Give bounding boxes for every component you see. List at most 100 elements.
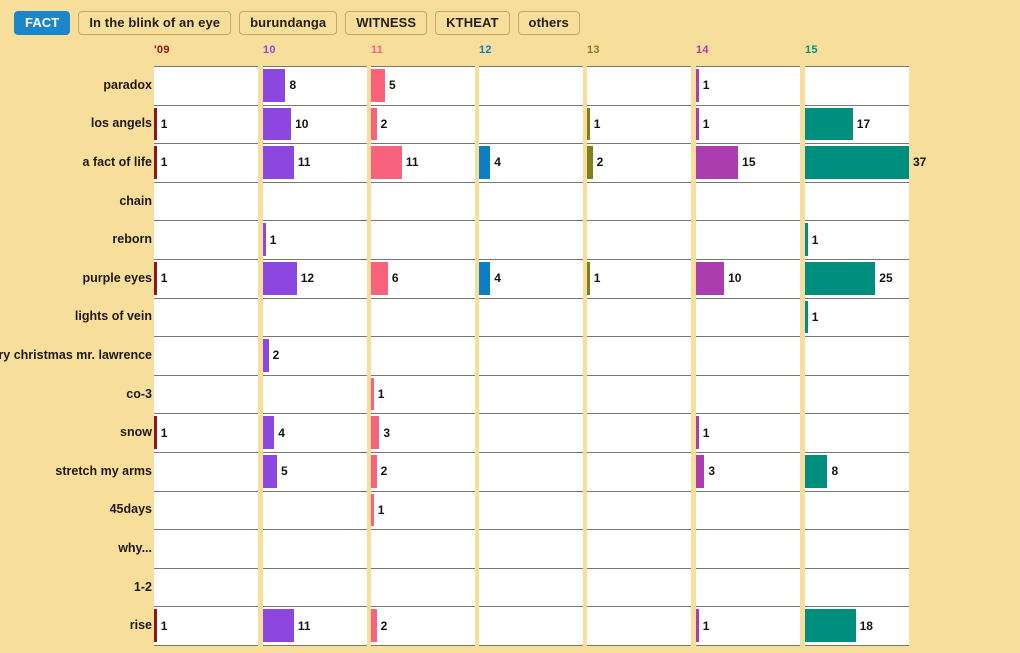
bar-cell[interactable]: 5: [263, 455, 367, 488]
bar-cell[interactable]: 6: [371, 262, 475, 295]
bar-value-label: 4: [494, 155, 501, 170]
bar-value-label: 25: [879, 271, 893, 286]
bar-cell[interactable]: 1: [154, 609, 258, 642]
bar-cell[interactable]: 1: [371, 493, 475, 527]
bar-cell[interactable]: 5: [371, 69, 475, 102]
bar-cell[interactable]: 3: [696, 455, 800, 488]
row-separator: [696, 66, 800, 67]
row-separator: [154, 259, 258, 260]
bar-cell[interactable]: 18: [805, 609, 909, 642]
bar: [696, 455, 705, 488]
bar-cell[interactable]: 4: [479, 262, 583, 295]
row-separator: [696, 181, 800, 183]
bar-cell[interactable]: 2: [371, 107, 475, 141]
tab-in-the-blink-of-an-eye[interactable]: In the blink of an eye: [78, 11, 232, 35]
tab-others[interactable]: others: [517, 11, 580, 35]
row-separator: [587, 374, 691, 376]
bar-cell[interactable]: 2: [587, 146, 691, 179]
row-label-stretch-my-arms: stretch my arms: [55, 463, 152, 478]
bar-cell[interactable]: 1: [696, 416, 800, 449]
row-separator: [805, 645, 909, 646]
tab-burundanga[interactable]: burundanga: [239, 11, 338, 35]
bar-value-label: 1: [160, 425, 168, 440]
bar-cell[interactable]: 11: [263, 609, 367, 642]
bar-cell[interactable]: 15: [696, 146, 800, 179]
row-separator: [371, 181, 475, 183]
bar-cell[interactable]: 1: [587, 262, 691, 295]
bar-cell[interactable]: 1: [805, 300, 909, 334]
row-separator: [154, 220, 258, 222]
row-separator: [805, 413, 909, 415]
bar-value-label: 11: [405, 155, 419, 170]
row-separator: [805, 452, 909, 453]
bar: [263, 107, 292, 141]
row-separator: [587, 66, 691, 67]
row-separator: [587, 143, 691, 145]
bar-cell[interactable]: 1: [587, 107, 691, 141]
bar-cell[interactable]: 1: [696, 107, 800, 141]
bar: [805, 609, 856, 642]
bar-cell[interactable]: 4: [263, 416, 367, 449]
bar-cell[interactable]: 25: [805, 262, 909, 295]
bar-cell[interactable]: 1: [154, 262, 258, 295]
row-label-snow: snow: [120, 425, 152, 440]
bar-value-label: 12: [300, 271, 315, 286]
bar-cell[interactable]: 1: [263, 223, 367, 256]
row-separator: [587, 336, 691, 338]
row-separator: [696, 413, 800, 415]
row-separator: [479, 143, 583, 145]
bar-cell[interactable]: 8: [263, 69, 367, 102]
bar-value-label: 5: [389, 78, 396, 93]
bar-cell[interactable]: 10: [263, 107, 367, 141]
row-separator: [371, 220, 475, 222]
row-label-45days: 45days: [109, 502, 152, 517]
bar: [805, 146, 909, 179]
bar: [263, 262, 297, 295]
row-separator: [805, 529, 909, 531]
bar-cell[interactable]: 2: [263, 339, 367, 372]
bar-value-label: 1: [593, 271, 601, 286]
bar-cell[interactable]: 1: [696, 69, 800, 102]
tab-fact[interactable]: FACT: [14, 11, 71, 35]
row-separator: [371, 452, 475, 453]
row-separator: [263, 606, 367, 608]
bar-cell[interactable]: 1: [154, 146, 258, 179]
bar-cell[interactable]: 11: [371, 146, 475, 179]
bar-cell[interactable]: 11: [263, 146, 367, 179]
bar-value-label: 1: [377, 502, 385, 517]
row-separator: [371, 104, 475, 106]
bar-cell[interactable]: 8: [805, 455, 909, 488]
row-separator: [154, 104, 258, 106]
bar-cell[interactable]: 3: [371, 416, 475, 449]
bar-value-label: 1: [702, 618, 710, 633]
bar-value-label: 1: [702, 425, 710, 440]
row-separator: [587, 259, 691, 260]
bar-cell[interactable]: 2: [371, 609, 475, 642]
bar-cell[interactable]: 1: [154, 416, 258, 449]
bar-value-label: 37: [913, 155, 927, 170]
bar-cell[interactable]: 17: [805, 107, 909, 141]
row-separator: [263, 220, 367, 222]
row-separator: [696, 452, 800, 453]
tab-witness[interactable]: WITNESS: [345, 11, 428, 35]
bar-cell[interactable]: 1: [371, 377, 475, 411]
bar-value-label: 3: [708, 464, 716, 479]
bar-cell[interactable]: 10: [696, 262, 800, 295]
bar-cell[interactable]: 4: [479, 146, 583, 179]
bar: [263, 416, 275, 449]
bar: [805, 455, 828, 488]
row-separator: [479, 374, 583, 376]
bar-cell[interactable]: 1: [154, 107, 258, 141]
bar-cell[interactable]: 2: [371, 455, 475, 488]
row-separator: [479, 181, 583, 183]
bar-cell[interactable]: 37: [805, 146, 926, 179]
tab-ktheat[interactable]: KTHEAT: [435, 11, 510, 35]
bar-cell[interactable]: 1: [696, 609, 800, 642]
row-separator: [263, 452, 367, 453]
row-separator: [371, 645, 475, 646]
bar: [479, 262, 491, 295]
row-separator: [263, 297, 367, 299]
bar-cell[interactable]: 1: [805, 223, 909, 256]
bar-cell[interactable]: 12: [263, 262, 367, 295]
row-separator: [805, 297, 909, 299]
